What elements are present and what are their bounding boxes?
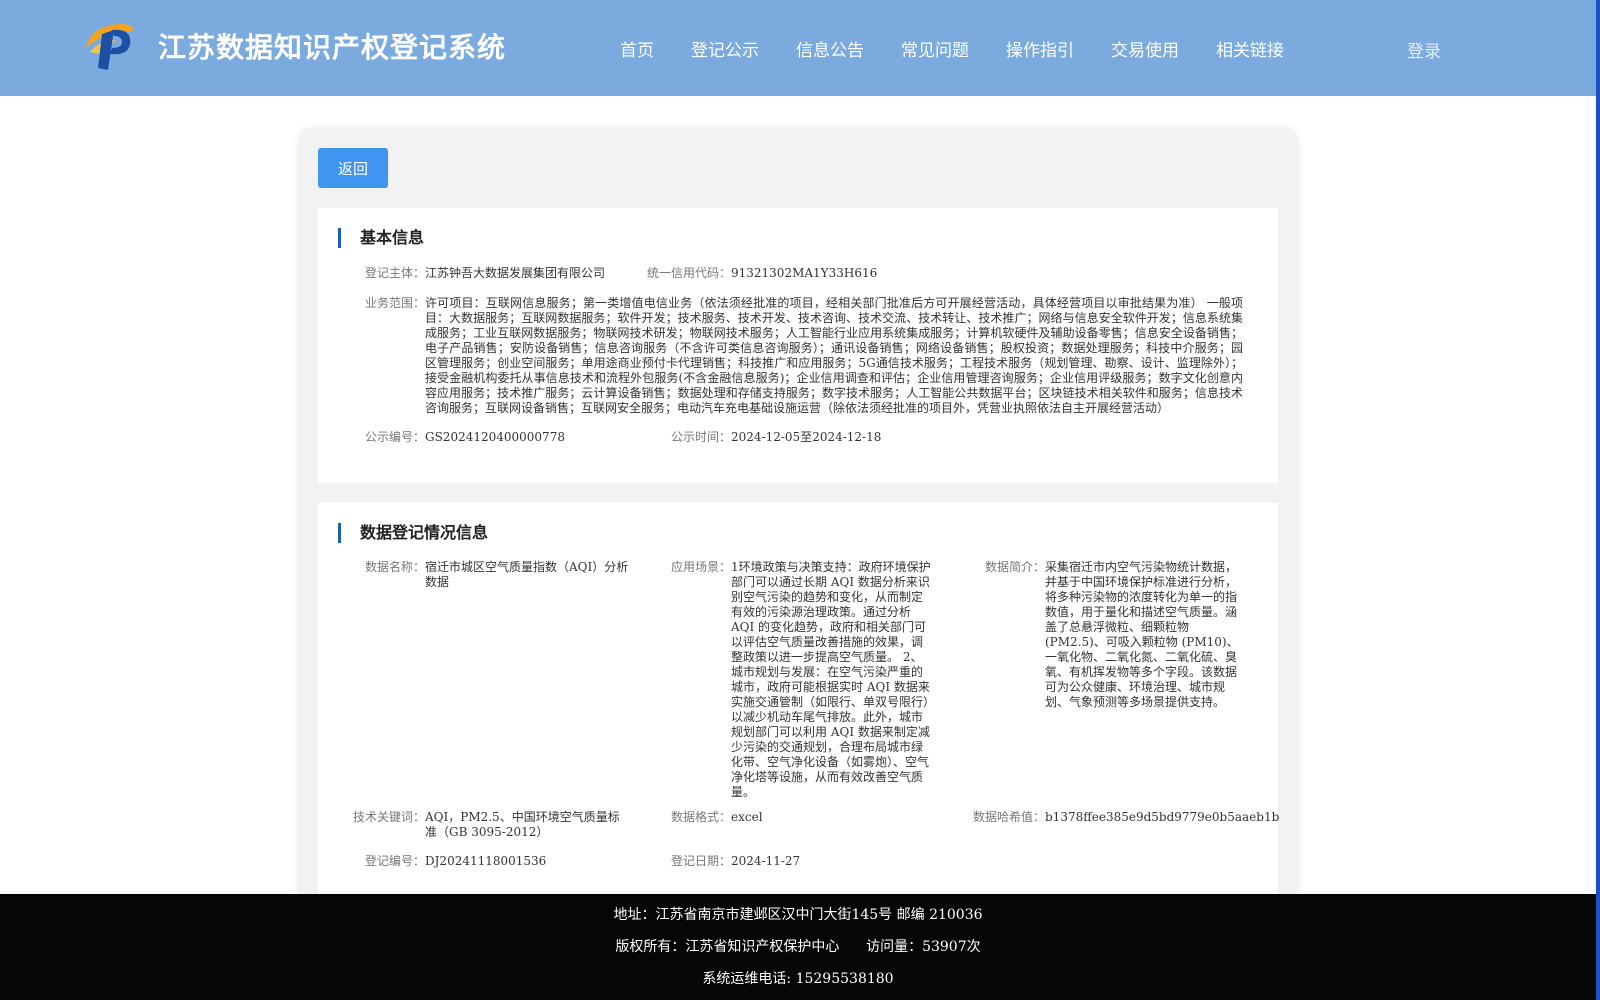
nav-item-trading[interactable]: 交易使用 [1111,36,1179,61]
site-footer: 地址：江苏省南京市建邺区汉中门大街145号 邮编 210036 版权所有：江苏省… [0,894,1596,1000]
scenario-value: 1环境政策与决策支持：政府环境保护部门可以通过长期 AQI 数据分析来识别空气污… [731,560,931,799]
intro-value: 采集宿迁市内空气污染物统计数据，并基于中国环境保护标准进行分析，将多种污染物的浓… [1045,560,1239,709]
top-header: 江苏数据知识产权登记系统 首页 登记公示 信息公告 常见问题 操作指引 交易使用… [0,0,1596,96]
page-edge-bar [1596,0,1600,1000]
back-button[interactable]: 返回 [318,148,388,188]
registration-info-card: 数据登记情况信息 数据名称： 宿迁市城区空气质量指数（AQI）分析数据 应用场景… [318,503,1280,913]
format-label: 数据格式： [670,810,731,824]
footer-hotline: 系统运维电话: 15295538180 [702,971,894,987]
credit-code-value: 91321302MA1Y33H616 [731,266,878,280]
reg-no-value: DJ20241118001536 [425,854,547,868]
business-scope-value: 许可项目：互联网信息服务；第一类增值电信业务（依法须经批准的项目，经相关部门批准… [425,296,1243,415]
main-nav: 首页 登记公示 信息公告 常见问题 操作指引 交易使用 相关链接 [620,36,1321,61]
nav-item-links[interactable]: 相关链接 [1216,36,1284,61]
site-logo-icon[interactable] [80,18,140,72]
public-no-value: GS2024120400000778 [425,430,565,444]
public-time-value: 2024-12-05至2024-12-18 [731,430,882,444]
hash-label: 数据哈希值： [972,810,1045,824]
footer-address: 地址：江苏省南京市建邺区汉中门大街145号 邮编 210036 [613,907,983,923]
nav-item-home[interactable]: 首页 [620,36,654,61]
footer-copyright: 版权所有：江苏省知识产权保护中心 访问量：53907次 [615,939,981,955]
hash-value: b1378ffee385e9d5bd9779e0b5aaeb1b [1045,810,1280,824]
subject-label: 登记主体： [364,266,425,280]
business-scope-label: 业务范围： [364,296,425,310]
data-name-label: 数据名称： [364,560,425,574]
nav-item-announcements[interactable]: 信息公告 [796,36,864,61]
keywords-label: 技术关键词： [352,810,425,824]
nav-item-guide[interactable]: 操作指引 [1006,36,1074,61]
subject-value: 江苏钟吾大数据发展集团有限公司 [425,266,606,280]
scenario-label: 应用场景： [670,560,731,574]
reg-date-value: 2024-11-27 [731,854,801,868]
detail-panel: 返回 基本信息 登记主体： 江苏钟吾大数据发展集团有限公司 统一信用代码： 91… [298,128,1298,913]
credit-code-label: 统一信用代码： [646,266,731,280]
basic-info-card: 基本信息 登记主体： 江苏钟吾大数据发展集团有限公司 统一信用代码： 91321… [318,208,1278,483]
login-link[interactable]: 登录 [1407,37,1441,62]
reg-date-label: 登记日期： [670,854,731,868]
section-title-registration: 数据登记情况信息 [338,523,488,543]
public-no-label: 公示编号： [364,430,425,444]
intro-label: 数据简介： [984,560,1045,574]
nav-item-registration-public[interactable]: 登记公示 [691,36,759,61]
site-title: 江苏数据知识产权登记系统 [158,31,507,64]
reg-no-label: 登记编号： [364,854,425,868]
nav-item-faq[interactable]: 常见问题 [901,36,969,61]
section-title-basic-info: 基本信息 [338,228,424,248]
data-name-value: 宿迁市城区空气质量指数（AQI）分析数据 [425,560,629,589]
format-value: excel [731,810,763,824]
keywords-value: AQI，PM2.5、中国环境空气质量标准（GB 3095-2012） [425,810,620,839]
public-time-label: 公示时间： [670,430,731,444]
